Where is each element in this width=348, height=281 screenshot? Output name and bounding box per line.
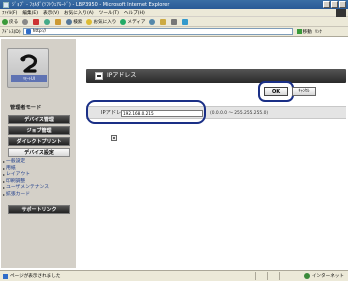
status-divider (255, 272, 256, 280)
refresh-button[interactable] (44, 18, 51, 25)
search-icon (66, 18, 73, 25)
maximize-button[interactable] (331, 1, 338, 8)
security-zone: インターネット (303, 273, 344, 279)
title-bar: ｼﾞｮﾌﾞ - ﾌｫﾙﾀﾞ(ｿﾌﾄｳｪｱﾓｰﾄﾞ) - LBP3950 - Mi… (0, 0, 348, 9)
links-button[interactable]: ﾘﾝｸ (315, 29, 322, 35)
stop-button[interactable] (33, 18, 40, 25)
edit-button[interactable] (182, 18, 189, 25)
close-button[interactable] (339, 1, 346, 8)
remote-ui-logo-icon (20, 54, 38, 73)
panel-title: IPアドレス (107, 72, 137, 79)
remote-ui-logo: ﾘﾓｰﾄUI (7, 48, 49, 88)
windows-logo-icon (336, 9, 346, 17)
main-panel: IPアドレス OK ｷｬﾝｾﾙ IPアドレス： 192.168.0.215 (0… (80, 39, 347, 268)
menu-view[interactable]: 表示(V) (43, 10, 59, 16)
menu-edit[interactable]: 編集(E) (22, 10, 38, 16)
menu-bar: ﾌｧｲﾙ(F) 編集(E) 表示(V) お気に入り(A) ツール(T) ヘルプ(… (0, 9, 348, 17)
nav-support-link[interactable]: サポートリンク (8, 205, 70, 214)
search-button[interactable]: 検索 (66, 18, 82, 25)
address-bar: ｱﾄﾞﾚｽ(D) http:// 移動 ﾘﾝｸ (0, 27, 348, 37)
media-button[interactable]: メディア (120, 18, 145, 25)
submenu-item-expansion-card[interactable]: 拡張カード (3, 192, 73, 199)
mail-button[interactable] (160, 18, 167, 25)
refresh-icon (44, 18, 51, 25)
status-bar: ページが表示されました インターネット (0, 270, 348, 281)
stop-icon (33, 18, 40, 25)
status-divider (279, 272, 280, 280)
star-icon (86, 18, 93, 25)
nav-job-management[interactable]: ジョブ管理 (8, 126, 70, 135)
settings-page-icon (95, 72, 103, 80)
history-button[interactable] (149, 18, 156, 25)
menu-favorites[interactable]: お気に入り(A) (64, 10, 94, 16)
minimize-button[interactable] (323, 1, 330, 8)
page-content: ﾘﾓｰﾄUI 管理者モード デバイス管理 ジョブ管理 ダイレクトプリント デバイ… (0, 37, 348, 270)
note-icon (111, 135, 117, 141)
cancel-button[interactable]: ｷｬﾝｾﾙ (292, 87, 316, 96)
edit-icon (182, 18, 189, 25)
internet-globe-icon (303, 273, 310, 279)
forward-button[interactable] (22, 18, 29, 25)
logo-caption: ﾘﾓｰﾄUI (11, 75, 47, 82)
go-button[interactable]: 移動 (296, 29, 312, 35)
ip-address-range: (0.0.0.0 ～ 255.255.255.0) (210, 111, 269, 116)
go-arrow-icon (296, 29, 302, 34)
address-value: http:// (32, 29, 47, 34)
window-controls (323, 1, 346, 8)
menu-file[interactable]: ﾌｧｲﾙ(F) (2, 10, 17, 16)
page-done-icon (3, 273, 8, 279)
home-icon (55, 18, 62, 25)
toolbar: 戻る 検索 お気に入り メディア (0, 17, 348, 27)
panel-header: IPアドレス (86, 69, 346, 83)
print-button[interactable] (171, 18, 178, 25)
address-input[interactable]: http:// (22, 28, 293, 35)
mail-icon (160, 18, 167, 25)
window-title: ｼﾞｮﾌﾞ - ﾌｫﾙﾀﾞ(ｿﾌﾄｳｪｱﾓｰﾄﾞ) - LBP3950 - Mi… (12, 2, 170, 8)
back-arrow-icon (2, 18, 8, 25)
status-message: ページが表示されました (10, 274, 61, 279)
menu-help[interactable]: ヘルプ(H) (124, 10, 145, 16)
zone-label: インターネット (311, 274, 344, 279)
sidebar: ﾘﾓｰﾄUI 管理者モード デバイス管理 ジョブ管理 ダイレクトプリント デバイ… (1, 39, 77, 268)
back-button[interactable]: 戻る (2, 18, 18, 25)
settings-submenu: 一般設定 用紙 レイアウト 印刷調整 ユーザメンテナンス 拡張カード (3, 159, 73, 198)
mode-label: 管理者モード (10, 105, 42, 111)
ie-icon (3, 1, 9, 8)
ip-highlight-ring (86, 100, 206, 124)
media-icon (120, 18, 127, 25)
menu-tools[interactable]: ツール(T) (99, 10, 119, 16)
home-button[interactable] (55, 18, 62, 25)
nav-device-management[interactable]: デバイス管理 (8, 115, 70, 124)
printer-icon (171, 18, 178, 25)
favorites-button[interactable]: お気に入り (86, 18, 116, 25)
forward-arrow-icon (22, 18, 29, 25)
status-divider (267, 272, 268, 280)
address-label: ｱﾄﾞﾚｽ(D) (2, 29, 21, 35)
nav-direct-print[interactable]: ダイレクトプリント (8, 137, 70, 146)
nav-device-settings[interactable]: デバイス設定 (8, 148, 70, 157)
ok-button[interactable]: OK (264, 87, 288, 96)
history-icon (149, 18, 156, 25)
page-icon (25, 29, 31, 34)
